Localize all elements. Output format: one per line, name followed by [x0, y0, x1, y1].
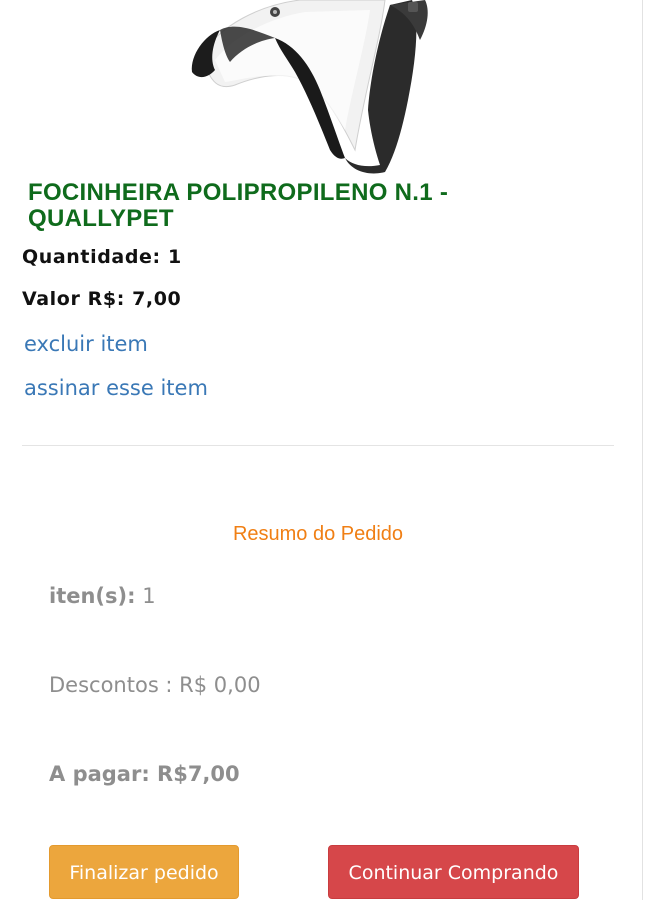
checkout-button[interactable]: Finalizar pedido	[49, 845, 239, 899]
product-image	[191, 0, 428, 174]
items-label: iten(s):	[49, 584, 136, 608]
total-to-pay: A pagar: R$7,00	[49, 762, 240, 786]
product-title: FOCINHEIRA POLIPROPILENO N.1 - QUALLYPET	[28, 179, 449, 232]
quantity-text: Quantidade: 1	[22, 246, 182, 268]
items-value: 1	[135, 584, 156, 608]
section-divider	[22, 445, 614, 446]
discounts-text: Descontos : R$ 0,00	[49, 673, 261, 697]
price-text: Valor R$: 7,00	[22, 288, 182, 310]
remove-item-link[interactable]: excluir item	[24, 332, 148, 356]
items-count: iten(s): 1	[49, 584, 156, 608]
continue-shopping-button[interactable]: Continuar Comprando	[328, 845, 579, 899]
page-border	[642, 0, 643, 900]
subscribe-item-link[interactable]: assinar esse item	[24, 376, 208, 400]
order-summary-title: Resumo do Pedido	[232, 523, 404, 545]
